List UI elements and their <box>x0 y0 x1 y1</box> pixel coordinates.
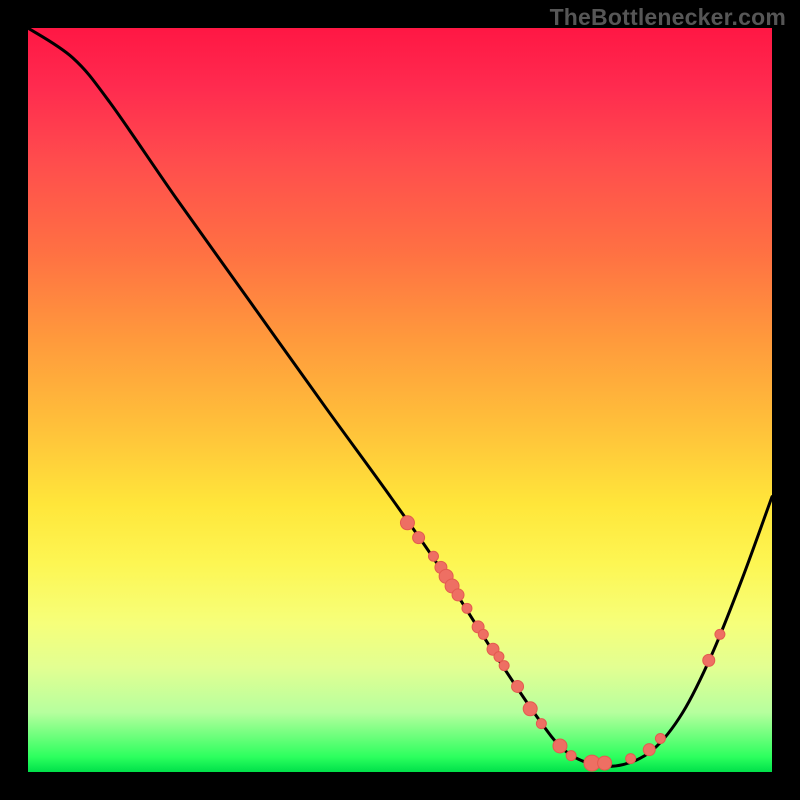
sample-marker <box>499 661 509 671</box>
sample-marker <box>462 603 472 613</box>
sample-marker <box>428 551 438 561</box>
chart-frame: TheBottlenecker.com <box>0 0 800 800</box>
sample-marker <box>715 629 725 639</box>
sample-marker <box>523 702 537 716</box>
curve-path <box>28 28 772 766</box>
sample-marker <box>478 629 488 639</box>
attribution-text: TheBottlenecker.com <box>550 4 786 31</box>
sample-marker <box>494 652 504 662</box>
sample-marker <box>413 532 425 544</box>
sample-marker <box>643 744 655 756</box>
sample-marker <box>553 739 567 753</box>
sample-marker <box>566 751 576 761</box>
sample-markers <box>400 516 724 771</box>
sample-marker <box>400 516 414 530</box>
bottleneck-curve <box>28 28 772 766</box>
chart-svg <box>28 28 772 772</box>
sample-marker <box>452 589 464 601</box>
sample-marker <box>536 719 546 729</box>
sample-marker <box>655 734 665 744</box>
sample-marker <box>512 680 524 692</box>
sample-marker <box>598 756 612 770</box>
sample-marker <box>626 754 636 764</box>
sample-marker <box>703 654 715 666</box>
